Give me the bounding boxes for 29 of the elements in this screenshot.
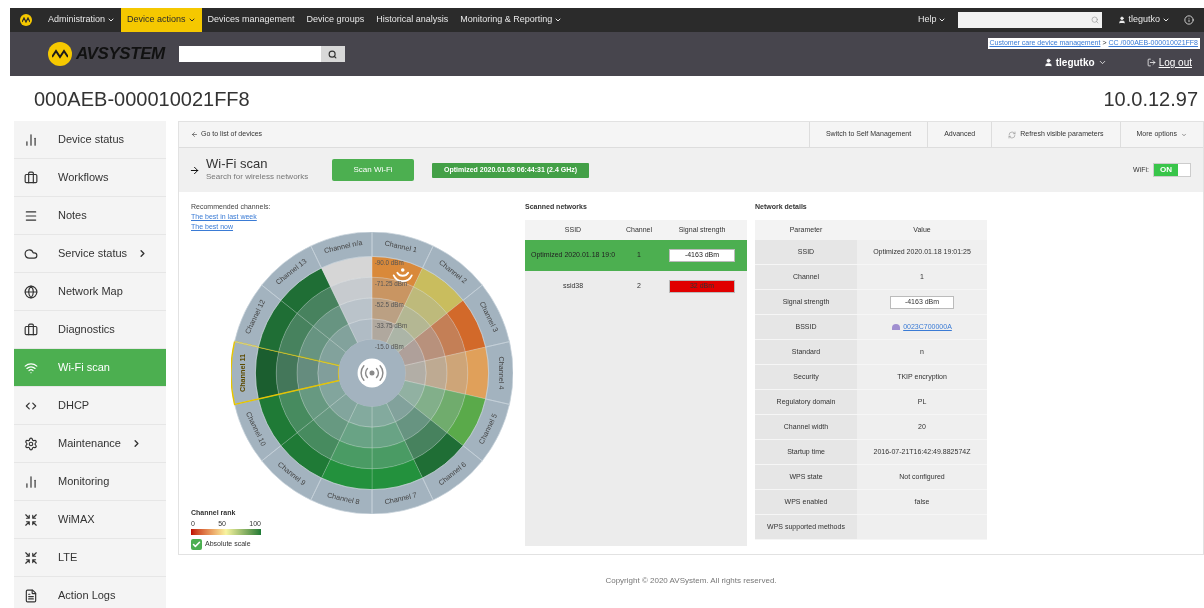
help-menu[interactable]: Help <box>917 13 947 27</box>
nav-menu-item[interactable]: Devices management <box>201 8 301 32</box>
user-menu[interactable]: tlegutko <box>1043 54 1107 70</box>
sidebar-item[interactable]: LTE <box>14 539 166 577</box>
nav-menu-item[interactable]: Monitoring & Reporting <box>454 8 569 32</box>
brand-name: AVSYSTEM <box>76 43 165 66</box>
sidebar-item[interactable]: Workflows <box>14 159 166 197</box>
copyright-text: Copyright © 2020 AVSystem. All rights reserved. <box>604 575 778 587</box>
sidebar-item[interactable]: Service status <box>14 235 166 273</box>
sidebar-item[interactable]: Device status <box>14 121 166 159</box>
user-menu[interactable]: tlegutko <box>1118 13 1170 27</box>
nav-menu-item[interactable]: Administration <box>42 8 122 32</box>
sidebar-item[interactable]: DHCP <box>14 387 166 425</box>
nav-menu-item[interactable]: Historical analysis <box>370 8 455 32</box>
device-id: 000AEB-000010021FF8 <box>34 86 250 112</box>
channel-label[interactable]: Channel 4 <box>497 356 507 390</box>
nav-menu-item[interactable]: Device actions <box>121 8 202 32</box>
sidebar-item[interactable]: Maintenance <box>14 425 166 463</box>
sidebar-item[interactable]: Action Logs <box>14 577 166 608</box>
page-title: Wi-Fi scan <box>206 157 269 171</box>
sidebar-item[interactable]: Network Map <box>14 273 166 311</box>
sidebar-item[interactable]: WiMAX <box>14 501 166 539</box>
sidebar-item[interactable]: Monitoring <box>14 463 166 501</box>
page-subtitle: Search for wireless networks <box>206 171 310 183</box>
device-ip: 10.0.12.97 <box>1103 86 1198 112</box>
sidebar-item[interactable]: Notes <box>14 197 166 235</box>
sidebar-item[interactable]: Diagnostics <box>14 311 166 349</box>
nav-menu-item[interactable]: Device groups <box>300 8 371 32</box>
logout-link[interactable]: Log out <box>1146 54 1192 70</box>
